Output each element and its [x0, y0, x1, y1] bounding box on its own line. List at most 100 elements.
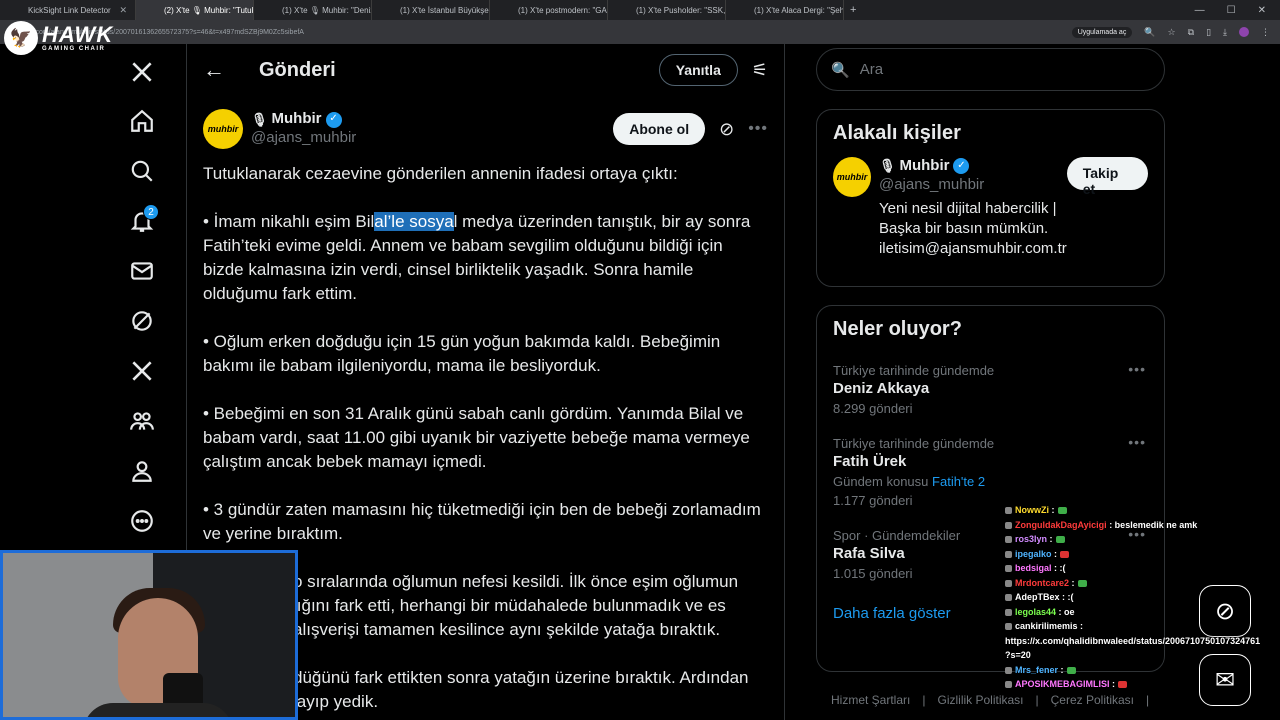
- chat-username: bedsigal: [1015, 563, 1055, 573]
- trend-link[interactable]: Fatih'te 2: [932, 474, 985, 489]
- open-in-app-chip[interactable]: Uygulamada aç: [1071, 26, 1133, 38]
- subscribe-button[interactable]: Abone ol: [613, 113, 706, 145]
- hawk-bird-icon: 🦅: [4, 21, 38, 55]
- extensions-icon[interactable]: ⧉: [1188, 27, 1194, 38]
- chat-emote-icon: [1077, 579, 1087, 587]
- person-name[interactable]: Muhbir: [899, 157, 949, 174]
- author-avatar[interactable]: muhbir: [203, 109, 243, 149]
- text-selection: al’le sosya: [374, 212, 454, 231]
- trend-category: Türkiye tarihinde gündemde: [833, 363, 995, 378]
- chat-badge-icon: [1005, 623, 1012, 631]
- trend-name: Fatih Ürek: [833, 453, 907, 470]
- minimize-icon[interactable]: —: [1195, 5, 1205, 16]
- verified-badge-icon: ✓: [325, 111, 342, 128]
- browser-menu-icon[interactable]: ⋮: [1261, 27, 1270, 38]
- chat-message: https://x.com/qhalidibnwaleed/status/200…: [1005, 634, 1280, 649]
- chat-emote-icon: [1066, 666, 1076, 674]
- back-arrow-icon[interactable]: ←: [203, 57, 243, 83]
- close-window-icon[interactable]: ✕: [1258, 5, 1266, 16]
- nav-grok-icon[interactable]: [119, 296, 165, 346]
- chat-username: ZonguldakDagAyicigi: [1015, 519, 1110, 530]
- chat-emote-icon: [1057, 507, 1067, 515]
- address-bar: x.com/ajans_muhbir/status/20070161362655…: [0, 20, 1280, 44]
- chat-username: AdepTBex: [1015, 592, 1063, 602]
- nav-communities-icon[interactable]: [119, 396, 165, 446]
- reply-button[interactable]: Yanıtla: [658, 54, 738, 86]
- profile-avatar[interactable]: [1239, 27, 1249, 37]
- trend-item[interactable]: Türkiye tarihinde gündemde Deniz Akkaya …: [817, 353, 1164, 426]
- browser-tab[interactable]: (1) X'te postmodern: "GAZZE YA...✕: [490, 0, 608, 20]
- x-logo-icon[interactable]: [119, 48, 165, 96]
- post-header: ← Gönderi Yanıtla ⚟: [187, 44, 784, 96]
- follow-button[interactable]: Takip et: [1066, 157, 1148, 197]
- tab-title: KickSight Link Detector: [28, 5, 111, 15]
- close-icon[interactable]: ✕: [119, 5, 127, 16]
- webcam-feed: [0, 550, 298, 720]
- post-paragraph: • Bebeğimi en son 31 Aralık günü sabah c…: [203, 404, 750, 471]
- nav-notifications-icon[interactable]: 2: [119, 196, 165, 246]
- tab-title: (2) X'te 🎙 Muhbir: "Tutuklan...: [164, 5, 254, 15]
- chat-emote-icon: [1055, 536, 1065, 544]
- chat-badge-icon: [1005, 550, 1012, 558]
- chat-username: Mrs_fener: [1015, 664, 1061, 675]
- maximize-icon[interactable]: ☐: [1227, 5, 1236, 16]
- address-bar-actions: Uygulamada aç 🔍 ☆ ⧉ ▯ ⤓ ⋮: [1071, 26, 1280, 38]
- browser-tab-active[interactable]: (2) X'te 🎙 Muhbir: "Tutuklan...✕: [136, 0, 254, 20]
- chat-username: cankirilimemis: [1015, 621, 1081, 631]
- tab-title: (1) X'te postmodern: "GAZZE YA...: [518, 5, 607, 15]
- cookies-link[interactable]: Çerez Politikası: [1051, 693, 1134, 707]
- sponsor-subtitle: GAMING CHAIR: [42, 46, 106, 52]
- browser-tab[interactable]: (1) X'te İstanbul Büyükşehir Har...✕: [372, 0, 490, 20]
- nav-search-icon[interactable]: [119, 146, 165, 196]
- search-icon: 🔍: [831, 61, 850, 79]
- stream-chat-overlay: NowwZi : ZonguldakDagAyicigi : beslemedik…: [1005, 503, 1280, 692]
- footer-links: Hizmet Şartları | Gizlilik Politikası | Çe…: [831, 693, 1150, 707]
- more-options-icon[interactable]: •••: [1128, 434, 1146, 450]
- grok-icon[interactable]: ⊘: [719, 119, 734, 140]
- post-author: muhbir 🎙 Muhbir ✓ @ajans_muhbir Abone ol…: [187, 96, 784, 152]
- new-tab-icon[interactable]: +: [844, 4, 862, 16]
- nav-more-icon[interactable]: [119, 496, 165, 546]
- download-icon[interactable]: ⤓: [1223, 27, 1227, 38]
- privacy-link[interactable]: Gizlilik Politikası: [937, 693, 1023, 707]
- terms-link[interactable]: Hizmet Şartları: [831, 693, 910, 707]
- chat-text: : beslemedik ne amk: [1109, 519, 1198, 530]
- author-handle[interactable]: @ajans_muhbir: [251, 129, 356, 148]
- trend-count: 8.299 gönderi: [833, 401, 913, 416]
- chat-badge-icon: [1005, 594, 1012, 602]
- filter-icon[interactable]: ⚟: [752, 60, 768, 81]
- browser-tab[interactable]: (1) X'te 🎙 Muhbir: "Deniz Akk...✕: [254, 0, 372, 20]
- tab-title: (1) X'te Pusholder: "SSK, Bağ-K...: [636, 5, 726, 15]
- nav-home-icon[interactable]: [119, 96, 165, 146]
- chat-message: ipegalko :: [1005, 547, 1280, 562]
- sidebar-icon[interactable]: ▯: [1206, 27, 1211, 38]
- nav-premium-x-icon[interactable]: [119, 346, 165, 396]
- tab-title: (1) X'te 🎙 Muhbir: "Deniz Akk...: [282, 5, 372, 15]
- trend-context: Gündem konusu Fatih'te 2: [833, 474, 986, 489]
- browser-tab[interactable]: KickSight Link Detector ✕: [0, 0, 136, 20]
- card-title: Neler oluyor?: [833, 318, 962, 340]
- person-handle[interactable]: @ajans_muhbir: [879, 176, 1067, 193]
- chat-text: :: [1071, 577, 1075, 588]
- page-title: Gönderi: [259, 58, 336, 81]
- zoom-icon[interactable]: 🔍: [1144, 27, 1155, 38]
- browser-tab[interactable]: (1) X'te Alaca Dergi: "Şehidimiz...✕: [726, 0, 844, 20]
- nav-messages-icon[interactable]: [119, 246, 165, 296]
- microphone-icon: 🎙: [251, 111, 268, 127]
- card-title: Alakalı kişiler: [833, 122, 961, 144]
- more-options-icon[interactable]: •••: [748, 120, 768, 138]
- person-avatar[interactable]: muhbir: [833, 157, 871, 197]
- browser-tab[interactable]: (1) X'te Pusholder: "SSK, Bağ-K...✕: [608, 0, 726, 20]
- browser-tab-bar: KickSight Link Detector ✕ (2) X'te 🎙 Muhb…: [0, 0, 1280, 20]
- nav-profile-icon[interactable]: [119, 446, 165, 496]
- chat-username: legolas44: [1015, 606, 1059, 617]
- tab-title: (1) X'te İstanbul Büyükşehir Har...: [400, 5, 489, 15]
- chat-message: NowwZi :: [1005, 503, 1280, 518]
- bookmark-icon[interactable]: ☆: [1168, 27, 1176, 38]
- author-name[interactable]: Muhbir: [272, 110, 322, 129]
- search-input[interactable]: 🔍 Ara: [816, 48, 1165, 91]
- chat-message: AdepTBex : :(: [1005, 590, 1280, 605]
- related-person[interactable]: muhbir 🎙 Muhbir ✓ @ajans_muhbir Yeni nes…: [817, 157, 1164, 259]
- chat-text: : oe: [1058, 606, 1075, 617]
- more-options-icon[interactable]: •••: [1128, 361, 1146, 377]
